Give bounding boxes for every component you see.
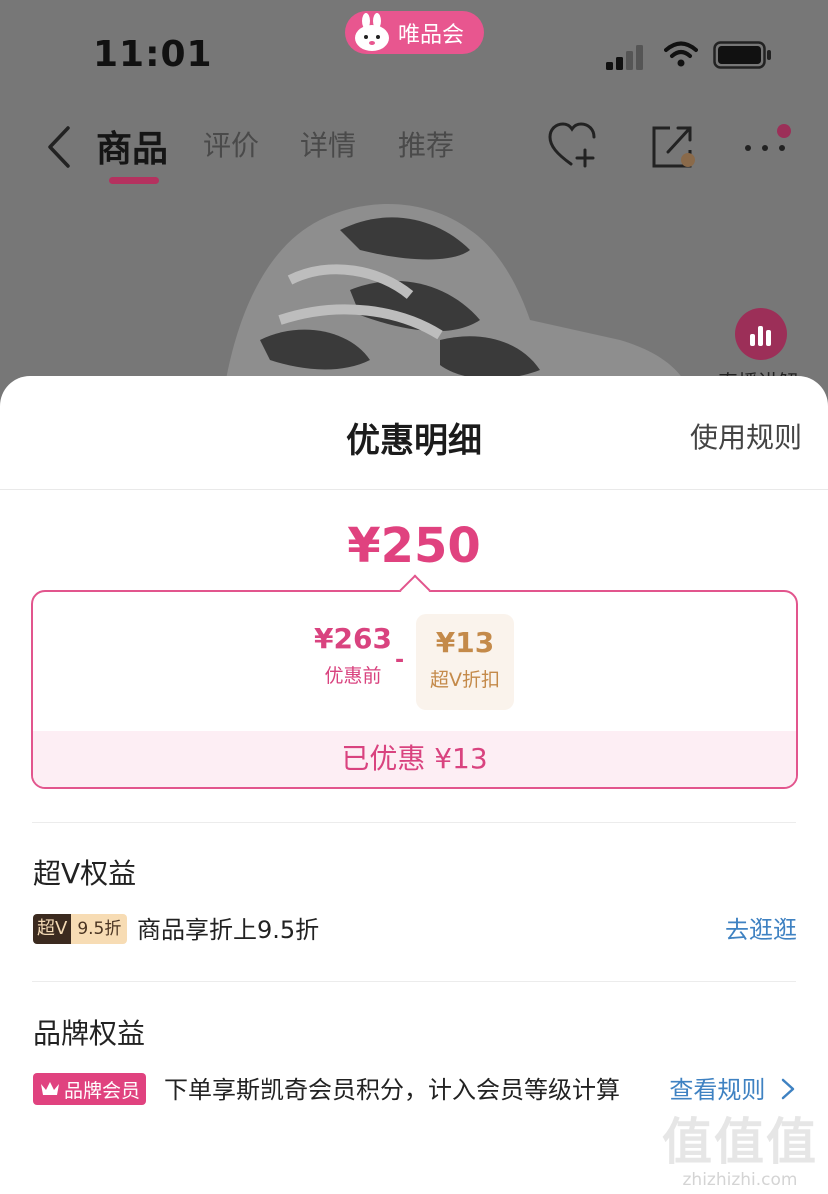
tab-recommend[interactable]: 推荐 — [398, 124, 454, 164]
usage-rules-link[interactable]: 使用规则 — [690, 416, 802, 456]
brand-member-label: 品牌会员 — [64, 1079, 141, 1102]
status-bar: 11:01 唯品会 — [0, 0, 828, 100]
original-price-block: ¥263 优惠前 — [303, 622, 403, 688]
view-rules-label: 查看规则 — [669, 1076, 766, 1104]
battery-icon — [713, 41, 773, 69]
chevron-right-icon — [781, 1078, 795, 1100]
cellular-signal-icon — [606, 44, 648, 70]
original-price-value: ¥263 — [314, 622, 392, 655]
svip-discount-block: ¥13 超V折扣 — [416, 614, 514, 710]
section-divider — [32, 981, 796, 982]
crown-icon — [39, 1080, 61, 1098]
active-tab-indicator — [109, 177, 159, 184]
original-price-label: 优惠前 — [324, 665, 382, 687]
more-dots-icon[interactable] — [740, 120, 796, 160]
svip-benefit-row: 超V 9.5折 商品享折上9.5折 去逛逛 — [33, 912, 797, 948]
price-breakdown-box: ¥263 优惠前 - ¥13 超V折扣 已优惠 ¥13 — [31, 574, 798, 789]
watermark-logo: 值值值 — [662, 1113, 818, 1171]
svip-badge: 超V 9.5折 — [33, 914, 128, 944]
discount-detail-sheet: 优惠明细 使用规则 ¥250 ¥263 优惠前 - ¥13 超V折扣 已优惠 ¥… — [0, 376, 828, 1194]
favorite-heart-icon[interactable] — [547, 120, 599, 170]
svip-badge-discount: 9.5折 — [71, 914, 128, 944]
box-pointer — [399, 574, 431, 606]
tab-details[interactable]: 详情 — [300, 124, 356, 164]
go-shopping-link[interactable]: 去逛逛 — [725, 912, 797, 948]
svip-benefit-text: 商品享折上9.5折 — [137, 916, 320, 944]
svip-discount-value: ¥13 — [435, 626, 495, 659]
app-name: 唯品会 — [398, 22, 465, 48]
share-icon[interactable] — [648, 122, 698, 170]
site-watermark: 值值值 zhizhizhi.com — [662, 1102, 818, 1190]
svip-discount-label: 超V折扣 — [430, 669, 500, 691]
wifi-icon — [664, 40, 698, 68]
live-stream-button[interactable] — [735, 308, 787, 360]
svip-section-title: 超V权益 — [33, 857, 137, 890]
svip-badge-tag: 超V — [33, 914, 72, 944]
product-page-background: 11:01 唯品会 商品 评价 详情 推荐 — [0, 0, 828, 420]
final-price: ¥250 — [347, 518, 481, 574]
rabbit-mascot-icon — [350, 12, 394, 53]
section-divider — [32, 822, 796, 823]
tab-product[interactable]: 商品 — [96, 120, 168, 172]
brand-section-title: 品牌权益 — [33, 1017, 146, 1050]
total-saved-bar: 已优惠 ¥13 — [33, 731, 796, 787]
status-time: 11:01 — [93, 34, 213, 75]
brand-benefit-text: 下单享斯凯奇会员积分，计入会员等级计算 — [164, 1076, 620, 1104]
title-divider — [0, 489, 828, 490]
watermark-url: zhizhizhi.com — [682, 1170, 798, 1190]
tab-reviews[interactable]: 评价 — [203, 124, 259, 164]
app-return-pill[interactable]: 唯品会 — [345, 11, 484, 54]
minus-sign: - — [395, 648, 405, 673]
back-arrow-icon[interactable] — [44, 124, 74, 170]
brand-member-badge: 品牌会员 — [33, 1073, 147, 1105]
